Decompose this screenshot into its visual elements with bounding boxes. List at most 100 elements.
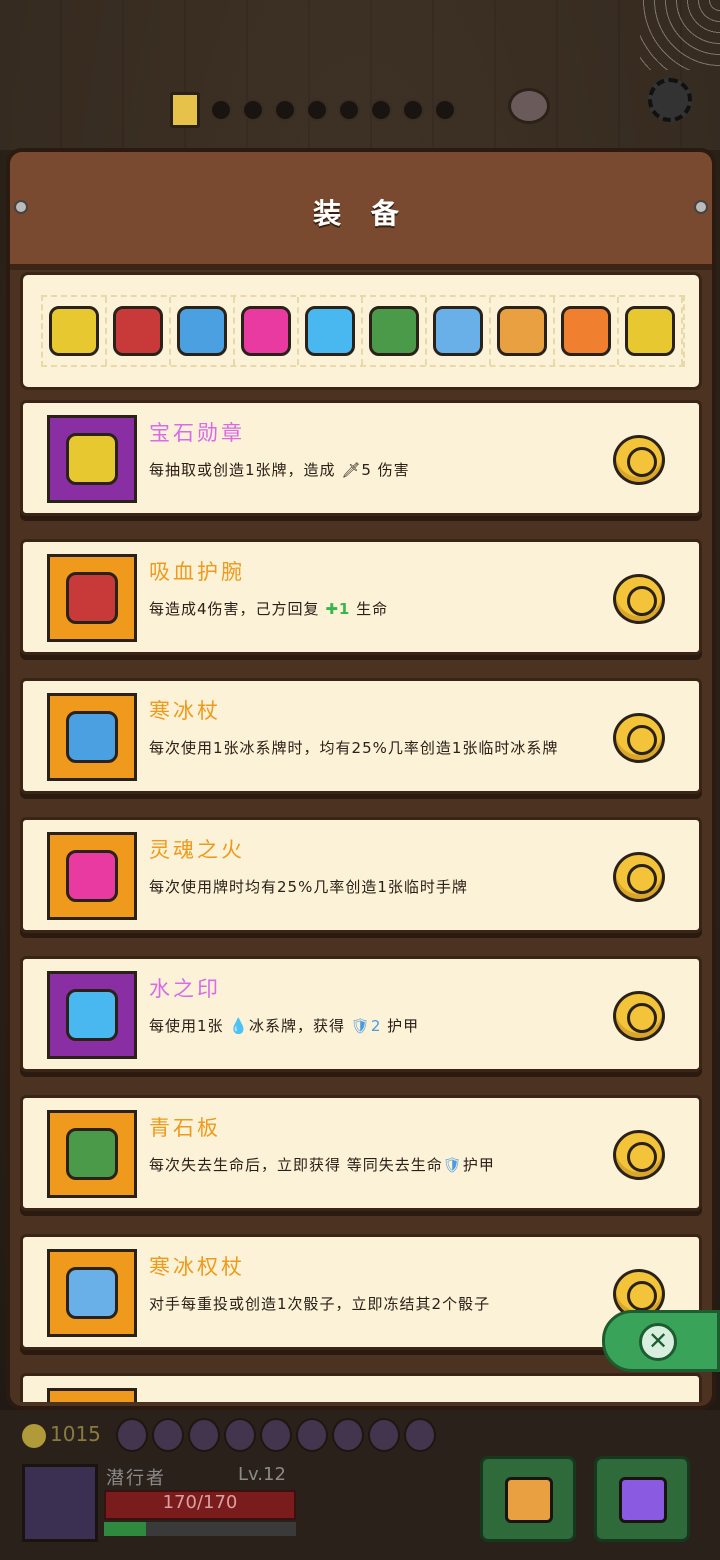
player-level: Lv.12: [238, 1464, 286, 1485]
equipped-slot[interactable]: [555, 297, 619, 365]
equipment-card[interactable]: 水之印 每使用1张 💧冰系牌，获得 🛡2 护甲: [20, 956, 702, 1072]
progress-dot: [274, 99, 296, 121]
gold-counter: 1015: [22, 1422, 101, 1448]
item-icon-frame: [47, 832, 137, 920]
progress-dot: [338, 99, 360, 121]
item-icon-frame: [47, 415, 137, 503]
water-drop-icon: [305, 306, 355, 356]
viking-helmet-icon: [505, 1477, 553, 1523]
page-title: 装 备: [313, 197, 409, 230]
gold-coin-icon[interactable]: [613, 435, 665, 485]
equipped-slot[interactable]: [171, 297, 235, 365]
gem-medal-icon: [49, 306, 99, 356]
item-name: 灵魂之火: [149, 838, 245, 862]
relic-icon[interactable]: [116, 1418, 148, 1452]
equipped-slot[interactable]: [363, 297, 427, 365]
progress-dot: [210, 99, 232, 121]
progress-dot: [370, 99, 392, 121]
equipped-slot[interactable]: [491, 297, 555, 365]
item-name: 吸血护腕: [149, 560, 245, 584]
equipped-icons-strip: [20, 272, 702, 390]
item-icon-frame: [47, 693, 137, 781]
gold-coin-icon[interactable]: [613, 852, 665, 902]
equipment-card[interactable]: [20, 1373, 702, 1402]
blue-gem-amulet-icon: [625, 306, 675, 356]
spiked-bracelet-icon: [113, 306, 163, 356]
item-description: 每次失去生命后，立即获得 等同失去生命🛡护甲: [149, 1156, 495, 1174]
item-name: 寒冰杖: [149, 699, 221, 723]
equipped-slot[interactable]: [107, 297, 171, 365]
panel-header: 装 备: [10, 152, 712, 270]
equipment-card[interactable]: 吸血护腕 每造成4伤害，己方回复 ✚1 生命: [20, 539, 702, 655]
equipment-list[interactable]: 宝石勋章 每抽取或创造1张牌，造成 🗡5 伤害 吸血护腕 每造成4伤害，己方回复 ✚1…: [20, 400, 702, 1402]
relic-icon[interactable]: [188, 1418, 220, 1452]
player-name: 潜行者: [106, 1468, 166, 1489]
item-name: 水之印: [149, 977, 221, 1001]
item-icon-frame: [47, 971, 137, 1059]
gold-coin-icon[interactable]: [613, 574, 665, 624]
equipped-slot[interactable]: [299, 297, 363, 365]
item-description: 每次使用牌时均有25%几率创造1张临时手牌: [149, 878, 468, 896]
relic-icon[interactable]: [404, 1418, 436, 1452]
equipment-card[interactable]: 寒冰杖每次使用1张冰系牌时，均有25%几率创造1张临时冰系牌: [20, 678, 702, 794]
equipment-card[interactable]: 灵魂之火每次使用牌时均有25%几率创造1张临时手牌: [20, 817, 702, 933]
close-button[interactable]: ✕: [602, 1310, 720, 1372]
orange-ring-icon: [561, 306, 611, 356]
ice-staff-icon: [66, 711, 118, 763]
equipped-slot[interactable]: [427, 297, 491, 365]
boss-skull-icon: [508, 88, 550, 124]
relic-icon[interactable]: [332, 1418, 364, 1452]
green-stone-tablet-icon: [369, 306, 419, 356]
item-icon-frame: [47, 1249, 137, 1337]
equipped-slot[interactable]: [43, 297, 107, 365]
relic-icon[interactable]: [224, 1418, 256, 1452]
relic-icon[interactable]: [368, 1418, 400, 1452]
item-name: 宝石勋章: [149, 421, 245, 445]
equipment-button[interactable]: [480, 1456, 576, 1542]
equipment-card[interactable]: 寒冰权杖 对手每重投或创造1次骰子，立即冻结其2个骰子: [20, 1234, 702, 1350]
equipment-card[interactable]: 宝石勋章 每抽取或创造1张牌，造成 🗡5 伤害: [20, 400, 702, 516]
gold-coin-icon[interactable]: [613, 1130, 665, 1180]
ice-staff-icon: [177, 306, 227, 356]
relic-icon[interactable]: [260, 1418, 292, 1452]
settings-gear-icon[interactable]: [648, 78, 692, 122]
deck-button[interactable]: [594, 1456, 690, 1542]
relic-icon[interactable]: [152, 1418, 184, 1452]
player-avatar[interactable]: [22, 1464, 98, 1542]
soul-fire-icon: [66, 850, 118, 902]
ice-scepter-icon: [433, 306, 483, 356]
item-description: 每次使用1张冰系牌时，均有25%几率创造1张临时冰系牌: [149, 739, 559, 757]
floor-progress: [170, 92, 456, 128]
relic-bar: [116, 1418, 436, 1452]
gold-coin-icon[interactable]: [613, 713, 665, 763]
equipped-icons-row: [41, 295, 685, 367]
equipped-slot[interactable]: [619, 297, 683, 365]
tower-icon: [170, 92, 200, 128]
gem-medal-icon: [66, 433, 118, 485]
close-icon: ✕: [639, 1323, 677, 1361]
bottom-hud: 1015 潜行者 Lv.12 170/170: [0, 1410, 720, 1560]
cards-icon: [619, 1477, 667, 1523]
equipment-panel: 装 备 宝石勋章 每抽取或创造1张牌，造成 🗡5 伤害 吸血护腕 每造成4伤害，己方回…: [6, 148, 716, 1410]
item-description: 对手每重投或创造1次骰子，立即冻结其2个骰子: [149, 1295, 491, 1313]
progress-dot: [434, 99, 456, 121]
soul-fire-icon: [241, 306, 291, 356]
ice-scepter-icon: [66, 1267, 118, 1319]
progress-dot: [402, 99, 424, 121]
hp-text: 170/170: [162, 1492, 238, 1513]
item-icon-frame: [47, 1110, 137, 1198]
gold-amount: 1015: [50, 1422, 101, 1446]
relic-icon[interactable]: [296, 1418, 328, 1452]
cobweb-decoration: [640, 0, 720, 70]
spiked-bracelet-icon: [66, 572, 118, 624]
item-name: 青石板: [149, 1116, 221, 1140]
gold-coin-icon[interactable]: [613, 991, 665, 1041]
coin-icon: [22, 1423, 46, 1448]
item-icon-frame: [47, 1388, 137, 1402]
equipment-card[interactable]: 青石板每次失去生命后，立即获得 等同失去生命🛡护甲: [20, 1095, 702, 1211]
flame-crown-icon: [497, 306, 547, 356]
item-icon-frame: [47, 554, 137, 642]
progress-dot: [242, 99, 264, 121]
water-drop-icon: [66, 989, 118, 1041]
equipped-slot[interactable]: [235, 297, 299, 365]
